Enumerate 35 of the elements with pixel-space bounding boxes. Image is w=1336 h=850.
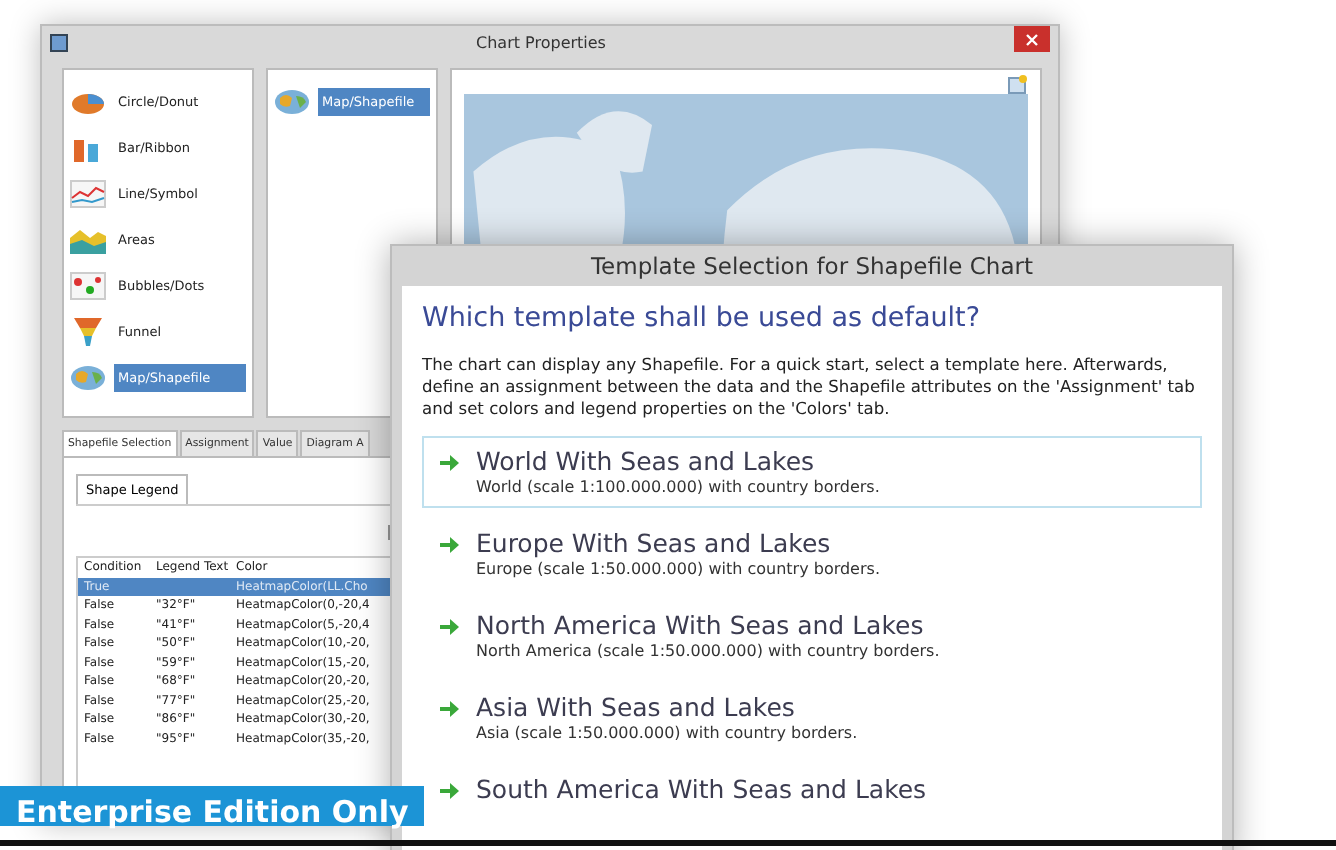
template-description: World (scale 1:100.000.000) with country borders. — [476, 478, 880, 496]
funnel-icon — [70, 318, 106, 346]
globe-map-icon — [274, 88, 310, 116]
template-description: Asia (scale 1:50.000.000) with country borders. — [476, 724, 858, 742]
template-description: North America (scale 1:50.000.000) with country borders. — [476, 642, 940, 660]
template-option[interactable]: Asia With Seas and Lakes Asia (scale 1:50.000.000) with country borders. — [422, 682, 1202, 754]
arrow-right-icon — [440, 536, 460, 554]
template-name: World With Seas and Lakes — [476, 446, 817, 476]
template-name: South America With Seas and Lakes — [476, 774, 927, 804]
template-option[interactable]: World With Seas and Lakes World (scale 1:100.000.000) with country borders. — [422, 436, 1202, 508]
edition-banner: Enterprise Edition Only — [0, 786, 425, 826]
export-icon[interactable] — [1008, 74, 1028, 94]
template-name: North America With Seas and Lakes — [476, 610, 926, 640]
arrow-right-icon — [440, 782, 460, 800]
close-button[interactable] — [1014, 26, 1050, 52]
dialog-description: The chart can display any Shapefile. For a quick start, select a template here. Afterwards, define an assignment between the data and the Shapefile attributes on the 'Assignment' tab and set colors and legend properties on the 'Colors' tab. — [422, 354, 1197, 420]
template-option[interactable]: North America With Seas and Lakes North America (scale 1:50.000.000) with country borders. — [422, 600, 1202, 672]
globe-map-icon — [70, 364, 106, 392]
template-name: Europe With Seas and Lakes — [476, 528, 833, 558]
template-description: Europe (scale 1:50.000.000) with country borders. — [476, 560, 880, 578]
template-name: Asia With Seas and Lakes — [476, 692, 797, 722]
template-option[interactable]: Europe With Seas and Lakes Europe (scale 1:50.000.000) with country borders. — [422, 518, 1202, 590]
pie-chart-icon — [70, 88, 106, 116]
close-icon — [1026, 33, 1038, 45]
line-chart-icon — [70, 180, 106, 208]
window-title: Chart Properties — [474, 34, 608, 52]
arrow-right-icon — [440, 700, 460, 718]
dialog-title: Template Selection for Shapefile Chart — [588, 250, 1036, 284]
area-chart-icon — [70, 226, 106, 254]
app-icon — [50, 34, 68, 52]
dialog-heading: Which template shall be used as default? — [422, 302, 982, 334]
bubble-chart-icon — [70, 272, 106, 300]
template-option[interactable]: South America With Seas and Lakes — [422, 764, 1202, 836]
arrow-right-icon — [440, 454, 460, 472]
arrow-right-icon — [440, 618, 460, 636]
